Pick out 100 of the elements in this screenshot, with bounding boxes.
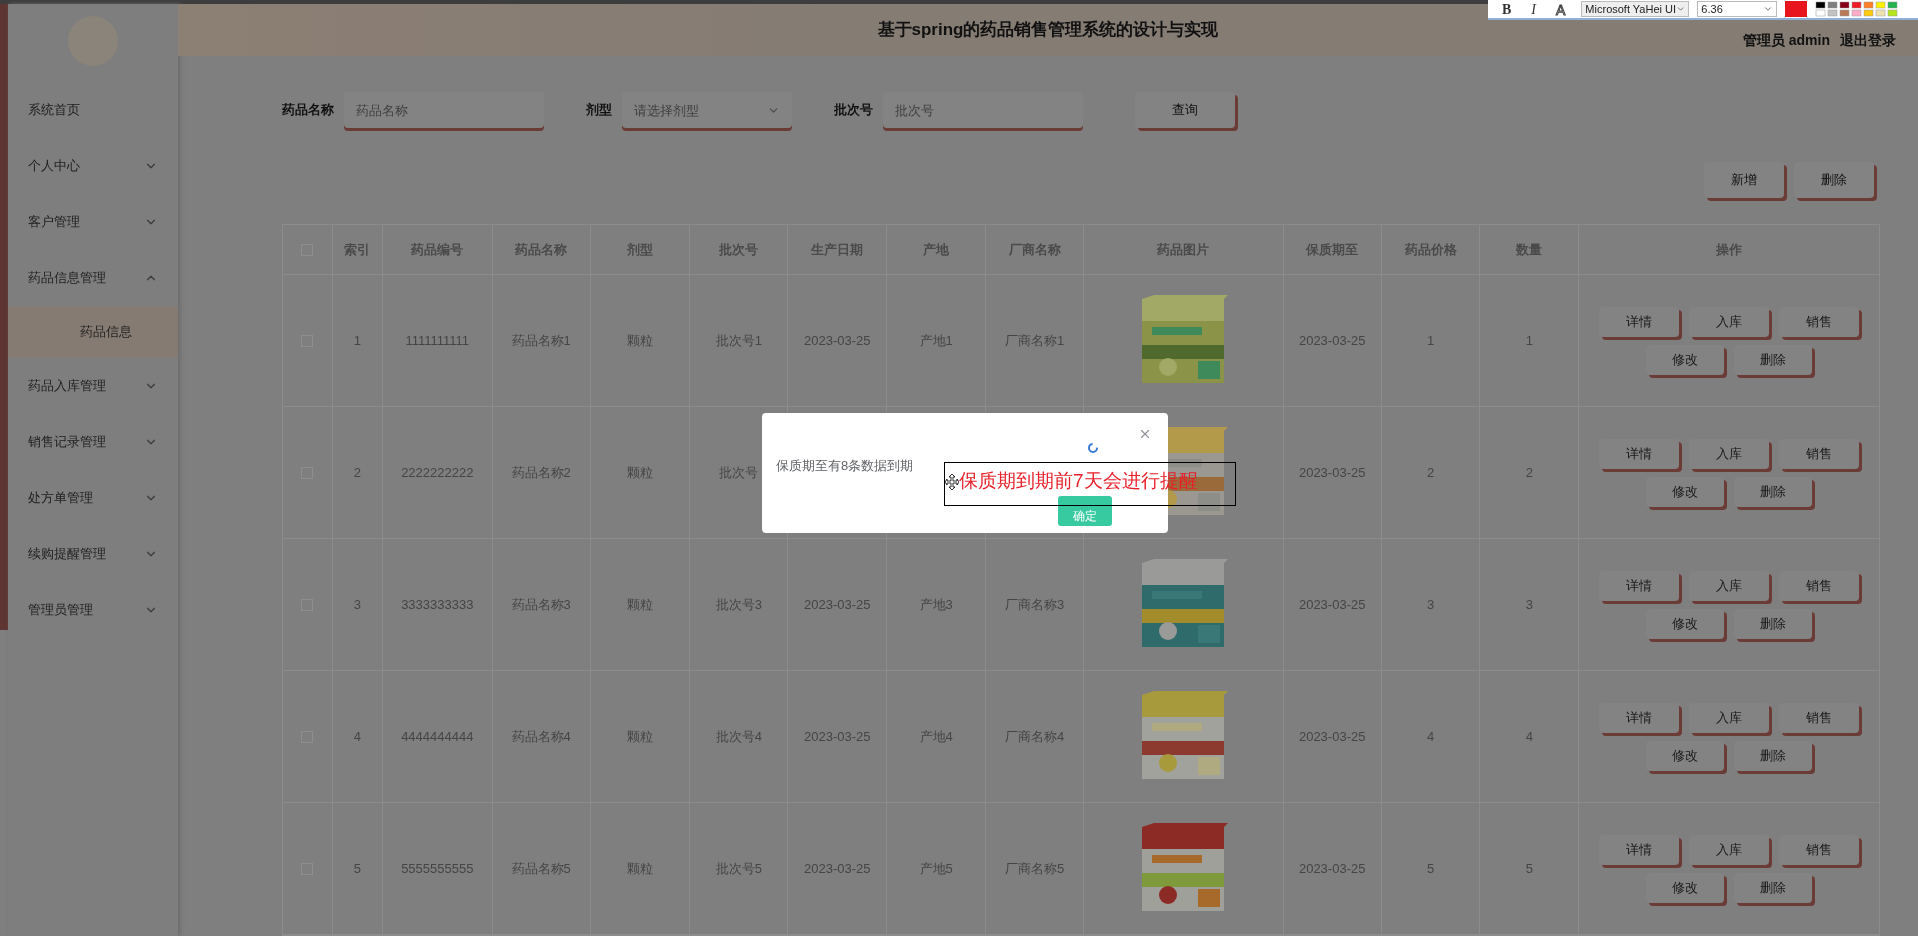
table-cell-text: 2 xyxy=(1426,463,1435,482)
table-cell-text: 产地1 xyxy=(919,331,953,350)
table-cell-text: 2 xyxy=(353,463,361,482)
action-button[interactable]: 销售 xyxy=(1779,438,1860,469)
table-cell-text: 厂商名称1 xyxy=(1004,331,1065,350)
table-cell-text: 2023-03-25 xyxy=(1298,859,1366,878)
table-cell-text: 4 xyxy=(353,727,361,746)
color-swatch[interactable] xyxy=(1785,1,1808,17)
action-button[interactable]: 详情 xyxy=(1599,702,1680,733)
action-button[interactable]: 入库 xyxy=(1689,702,1770,733)
action-button[interactable]: 修改 xyxy=(1646,608,1725,639)
menu-item[interactable]: 药品入库管理 xyxy=(8,358,178,414)
add-button[interactable]: 新增 xyxy=(1704,162,1784,198)
table-cell-text: 产地3 xyxy=(919,595,953,614)
table-cell-text: 4444444444 xyxy=(401,727,474,746)
table-cell-text: 2023-03-25 xyxy=(804,595,871,614)
action-button[interactable]: 删除 xyxy=(1734,344,1813,375)
action-button[interactable]: 入库 xyxy=(1689,438,1770,469)
action-button[interactable]: 修改 xyxy=(1646,872,1725,903)
table-cell-text: 批次号1 xyxy=(715,331,763,350)
table-cell-text: 2 xyxy=(1525,463,1534,482)
table-cell-text: 2023-03-25 xyxy=(804,727,871,746)
action-button[interactable]: 销售 xyxy=(1779,570,1860,601)
action-button[interactable]: 删除 xyxy=(1734,476,1813,507)
action-button[interactable]: 详情 xyxy=(1599,438,1680,469)
italic-button[interactable]: I xyxy=(1531,3,1536,17)
chevron-down-icon xyxy=(1676,4,1686,14)
action-button[interactable]: 修改 xyxy=(1646,476,1725,507)
table-cell-text: 2023-03-25 xyxy=(804,859,871,878)
action-button[interactable]: 入库 xyxy=(1689,570,1770,601)
close-icon[interactable] xyxy=(1138,427,1152,441)
table-cell-text: 3333333333 xyxy=(401,595,474,614)
action-button[interactable]: 删除 xyxy=(1734,872,1813,903)
input-field[interactable]: 药品名称 xyxy=(344,92,544,128)
menu-item[interactable]: 客户管理 xyxy=(8,194,178,250)
logout-link[interactable]: 退出登录 xyxy=(1840,30,1896,51)
table-cell-text: 5 xyxy=(1525,859,1534,878)
action-button[interactable]: 销售 xyxy=(1779,834,1860,865)
table-cell-text: 3 xyxy=(353,595,361,614)
table-cell-text: 批次号3 xyxy=(715,595,763,614)
action-button[interactable]: 删除 xyxy=(1734,740,1813,771)
table-cell-text: 批次号5 xyxy=(715,859,763,878)
submenu-item[interactable]: 药品信息 xyxy=(8,306,178,358)
menu-item[interactable]: 药品信息管理 xyxy=(8,250,178,306)
table-cell-text: 1 xyxy=(1525,331,1534,350)
action-button[interactable]: 销售 xyxy=(1779,306,1860,337)
action-button[interactable]: 详情 xyxy=(1599,834,1680,865)
table-cell-text: 产地5 xyxy=(919,859,953,878)
table-cell-text: 批次号4 xyxy=(715,727,763,746)
user-label: 管理员 admin xyxy=(1742,31,1830,50)
delete-button[interactable]: 删除 xyxy=(1794,162,1874,198)
table-cell-text: 3 xyxy=(1525,595,1534,614)
menu-item[interactable]: 处方单管理 xyxy=(8,470,178,526)
page-title: 基于spring的药品销售管理系统的设计与实现 xyxy=(877,19,1219,42)
input-field[interactable]: 批次号 xyxy=(883,92,1083,128)
table-cell-text: 2023-03-25 xyxy=(1298,331,1366,350)
table-cell-text: 5 xyxy=(1426,859,1435,878)
table-cell-text: 1111111111 xyxy=(405,331,470,350)
action-button[interactable]: 删除 xyxy=(1734,608,1813,639)
table-cell-text: 批次号 xyxy=(719,463,759,482)
action-button[interactable]: 详情 xyxy=(1599,306,1680,337)
table-cell-text: 1 xyxy=(1426,331,1435,350)
table-cell-text: 4 xyxy=(1525,727,1534,746)
search-button[interactable]: 查询 xyxy=(1135,92,1235,128)
table-cell-text: 2222222222 xyxy=(401,463,474,482)
table-cell-text: 1 xyxy=(353,331,361,350)
table-cell-text: 厂商名称4 xyxy=(1004,727,1065,746)
size-select[interactable]: 6.36 xyxy=(1697,1,1778,17)
table-cell-text: 厂商名称3 xyxy=(1004,595,1065,614)
select-field[interactable]: 请选择剂型 xyxy=(622,92,792,128)
table-cell-text: 3 xyxy=(1426,595,1435,614)
table-cell-text: 厂商名称5 xyxy=(1004,859,1065,878)
menu-item[interactable]: 管理员管理 xyxy=(8,582,178,638)
action-button[interactable]: 详情 xyxy=(1599,570,1680,601)
outline-button[interactable]: A xyxy=(1556,3,1566,17)
filter-label: 剂型 xyxy=(586,101,612,120)
menu-item[interactable]: 销售记录管理 xyxy=(8,414,178,470)
menu-item[interactable]: 续购提醒管理 xyxy=(8,526,178,582)
filter-label: 批次号 xyxy=(834,101,873,120)
menu-item[interactable]: 个人中心 xyxy=(8,138,178,194)
table-cell-text: 2023-03-25 xyxy=(804,331,871,350)
chevron-down-icon xyxy=(1763,4,1774,14)
table-cell-text: 2023-03-25 xyxy=(1298,727,1366,746)
font-select[interactable]: Microsoft YaHei UI xyxy=(1581,1,1690,17)
bold-button[interactable]: B xyxy=(1502,3,1512,17)
action-button[interactable]: 销售 xyxy=(1779,702,1860,733)
table-cell-text: 产地4 xyxy=(919,727,953,746)
spinner-icon xyxy=(1088,443,1098,453)
table-cell-text: 2023-03-25 xyxy=(1298,463,1366,482)
table-cell-text: 4 xyxy=(1426,727,1435,746)
action-button[interactable]: 入库 xyxy=(1689,306,1770,337)
action-button[interactable]: 入库 xyxy=(1689,834,1770,865)
table-cell-text: 5555555555 xyxy=(401,859,474,878)
menu-item[interactable]: 系统首页 xyxy=(8,82,178,138)
action-button[interactable]: 修改 xyxy=(1646,740,1725,771)
dialog-message: 保质期至有8条数据到期 xyxy=(776,457,914,475)
table-cell-text: 5 xyxy=(353,859,361,878)
filter-label: 药品名称 xyxy=(282,101,334,120)
action-button[interactable]: 修改 xyxy=(1646,344,1725,375)
table-cell-text: 2023-03-25 xyxy=(1298,595,1366,614)
